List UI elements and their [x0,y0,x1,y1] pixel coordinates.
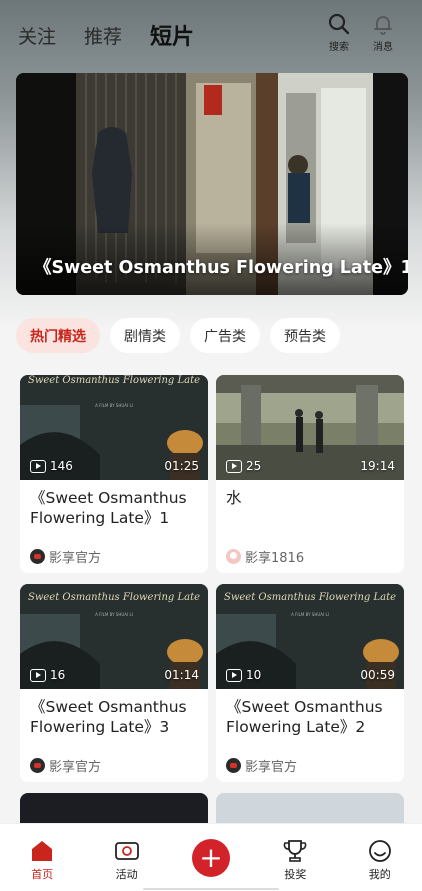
video-title: 《Sweet Osmanthus Flowering Late》3 [30,698,187,736]
poster-title: Sweet Osmanthus Flowering Late [224,592,396,603]
play-count-value: 10 [246,668,262,682]
play-count: 25 [226,459,261,473]
tab-recommended[interactable]: 推荐 [84,22,122,49]
tab-short-films[interactable]: 短片 [150,19,194,51]
bell-icon [374,16,392,35]
video-thumbnail: 25 19:14 [216,375,404,480]
nav-home-label: 首页 [31,868,54,881]
author-name: 影享官方 [49,760,102,775]
poster-credit: A FILM BY SHUAI LI [291,612,329,617]
author[interactable]: 影享官方 [30,756,101,775]
nav-mine[interactable]: 我的 [350,838,410,882]
play-count: 10 [226,668,261,682]
chip-ads[interactable]: 广告类 [190,318,260,353]
tab-following[interactable]: 关注 [18,22,56,49]
poster-credit: A FILM BY SHUAI LI [95,403,133,408]
nav-awards[interactable]: 投奖 [265,838,325,882]
bottom-navigation: 首页 活动 + 投奖 我的 [0,823,422,891]
nav-home[interactable]: 首页 [12,838,72,882]
play-icon [226,459,242,473]
video-card[interactable]: Sweet Osmanthus Flowering Late A FILM BY… [20,375,208,573]
duration: 00:59 [360,668,395,682]
poster-title: Sweet Osmanthus Flowering Late [28,592,200,603]
smiley-icon [368,840,391,862]
featured-banner[interactable]: 《Sweet Osmanthus Flowering Late》1 [16,73,408,295]
video-title: 《Sweet Osmanthus Flowering Late》1 [30,489,187,527]
author[interactable]: 影享官方 [226,756,297,775]
author-name: 影享官方 [49,551,102,566]
video-title: 水 [226,489,242,507]
video-card[interactable]: Sweet Osmanthus Flowering Late A FILM BY… [216,584,404,782]
messages-button[interactable]: 消息 [370,12,396,53]
category-chips: 热门精选 剧情类 广告类 预告类 [16,318,340,353]
chip-drama[interactable]: 剧情类 [110,318,180,353]
trophy-icon [284,840,307,862]
avatar [30,758,45,773]
author[interactable]: 影享官方 [30,547,101,566]
video-card[interactable]: Sweet Osmanthus Flowering Late A FILM BY… [20,584,208,782]
nav-activity-label: 活动 [115,868,138,881]
nav-publish[interactable]: + [181,838,241,877]
author[interactable]: 影享1816 [226,547,304,566]
play-icon [30,459,46,473]
video-thumbnail: Sweet Osmanthus Flowering Late A FILM BY… [20,375,208,480]
top-header: 关注 推荐 短片 搜索 消息 [0,0,422,70]
banner-title: 《Sweet Osmanthus Flowering Late》1 [34,258,408,278]
author-name: 影享1816 [245,551,305,566]
avatar [226,549,241,564]
video-thumbnail: Sweet Osmanthus Flowering Late A FILM BY… [20,584,208,689]
author-name: 影享官方 [245,760,298,775]
duration: 19:14 [360,459,395,473]
chip-hot-picks[interactable]: 热门精选 [16,318,100,353]
duration: 01:14 [164,668,199,682]
chip-trailers[interactable]: 预告类 [270,318,340,353]
video-title: 《Sweet Osmanthus Flowering Late》2 [226,698,383,736]
nav-activity[interactable]: 活动 [97,838,157,882]
play-count-value: 25 [246,459,262,473]
poster-credit: A FILM BY SHUAI LI [95,612,133,617]
play-icon [30,668,46,682]
play-count-value: 16 [50,668,66,682]
nav-mine-label: 我的 [368,868,391,881]
plus-icon: + [191,839,230,877]
search-icon [328,13,350,35]
home-icon [32,841,53,861]
duration: 01:25 [164,459,199,473]
avatar [226,758,241,773]
play-count-value: 146 [50,459,73,473]
avatar [30,549,45,564]
search-button[interactable]: 搜索 [326,12,352,53]
video-card[interactable]: 25 19:14 水 影享1816 [216,375,404,573]
video-thumbnail: Sweet Osmanthus Flowering Late A FILM BY… [216,584,404,689]
play-icon [226,668,242,682]
nav-awards-label: 投奖 [284,868,307,881]
play-count: 146 [30,459,73,473]
search-label: 搜索 [329,42,349,53]
messages-label: 消息 [373,42,393,53]
activity-icon [114,842,139,860]
home-indicator [143,888,279,890]
play-count: 16 [30,668,65,682]
poster-title: Sweet Osmanthus Flowering Late [28,375,200,386]
